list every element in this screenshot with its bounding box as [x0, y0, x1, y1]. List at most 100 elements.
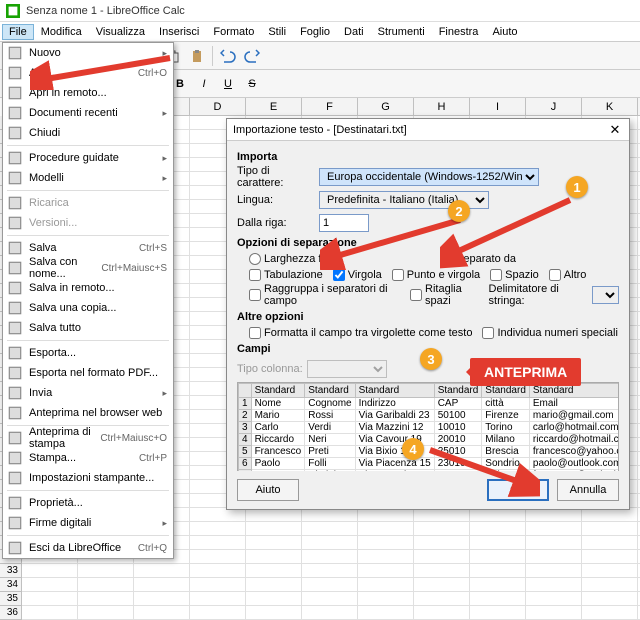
fromrow-input[interactable] — [319, 214, 369, 232]
file-menu-item[interactable]: Documenti recenti▸ — [3, 103, 173, 123]
file-menu-item[interactable]: SalvaCtrl+S — [3, 238, 173, 258]
menu-file[interactable]: File — [2, 24, 34, 40]
column-header[interactable]: I — [470, 98, 526, 115]
row-header[interactable]: 33 — [0, 564, 21, 578]
label-charset: Tipo di carattere: — [237, 165, 319, 189]
file-menu-item[interactable]: Firme digitali▸ — [3, 513, 173, 533]
file-menu-item[interactable]: Modelli▸ — [3, 168, 173, 188]
group-import: Importa — [237, 151, 619, 163]
menu-foglio[interactable]: Foglio — [293, 24, 337, 40]
underline-icon[interactable]: U — [217, 73, 239, 95]
recent-icon — [7, 105, 23, 121]
label-column-type: Tipo colonna: — [237, 363, 307, 375]
template-icon — [7, 170, 23, 186]
file-menu-item[interactable]: Salva con nome...Ctrl+Maiusc+S — [3, 258, 173, 278]
menu-aiuto[interactable]: Aiuto — [485, 24, 524, 40]
row-header[interactable]: 34 — [0, 578, 21, 592]
file-menu-item[interactable]: Nuovo▸ — [3, 43, 173, 63]
text-import-dialog: Importazione testo - [Destinatari.txt] ✕… — [226, 118, 630, 510]
open-icon — [7, 65, 23, 81]
radio-separated-by[interactable]: Separato da — [441, 253, 516, 265]
language-select[interactable]: Predefinita - Italiano (Italia) — [319, 191, 489, 209]
file-menu-item[interactable]: Esci da LibreOfficeCtrl+Q — [3, 538, 173, 558]
window-titlebar: Senza nome 1 - LibreOffice Calc — [0, 0, 640, 22]
file-menu-item[interactable]: Salva in remoto... — [3, 278, 173, 298]
printprev-icon — [7, 430, 23, 446]
label-language: Lingua: — [237, 194, 319, 206]
row-header[interactable]: 35 — [0, 592, 21, 606]
charset-select[interactable]: Europa occidentale (Windows-1252/WinLati… — [319, 168, 539, 186]
column-header[interactable]: K — [582, 98, 638, 115]
file-menu-item[interactable]: Esporta nel formato PDF... — [3, 363, 173, 383]
menu-visualizza[interactable]: Visualizza — [89, 24, 152, 40]
redo-icon[interactable] — [241, 45, 263, 67]
paste-icon[interactable] — [186, 45, 208, 67]
file-menu-item[interactable]: Apri...Ctrl+O — [3, 63, 173, 83]
radio-fixed-width[interactable]: Larghezza fissa — [249, 253, 341, 265]
file-menu-item[interactable]: Chiudi — [3, 123, 173, 143]
checkbox-quoted-as-text[interactable]: Formatta il campo tra virgolette come te… — [249, 327, 472, 339]
checkbox-tab[interactable]: Tabulazione — [249, 269, 323, 281]
close-icon[interactable]: ✕ — [607, 122, 623, 138]
doc-new-icon — [7, 45, 23, 61]
checkbox-merge-delim[interactable]: Raggruppa i separatori di campo — [249, 283, 402, 307]
menu-finestra[interactable]: Finestra — [432, 24, 486, 40]
file-menu-item[interactable]: Apri in remoto... — [3, 83, 173, 103]
group-separator: Opzioni di separazione — [237, 237, 619, 249]
checkbox-semicolon[interactable]: Punto e virgola — [392, 269, 480, 281]
strike-icon[interactable]: S — [241, 73, 263, 95]
menu-stili[interactable]: Stili — [261, 24, 293, 40]
column-header[interactable]: D — [190, 98, 246, 115]
column-header[interactable]: H — [414, 98, 470, 115]
window-title: Senza nome 1 - LibreOffice Calc — [26, 5, 185, 17]
checkbox-trim-spaces[interactable]: Ritaglia spazi — [410, 283, 481, 307]
dialog-title: Importazione testo - [Destinatari.txt] — [233, 124, 607, 136]
column-header[interactable]: G — [358, 98, 414, 115]
help-button[interactable]: Aiuto — [237, 479, 299, 501]
pdf-icon — [7, 365, 23, 381]
menubar: FileModificaVisualizzaInserisciFormatoSt… — [0, 22, 640, 42]
checkbox-space[interactable]: Spazio — [490, 269, 539, 281]
close-icon — [7, 125, 23, 141]
checkbox-detect-special[interactable]: Individua numeri speciali — [482, 327, 617, 339]
sign-icon — [7, 515, 23, 531]
preview-table[interactable]: StandardStandardStandardStandardStandard… — [237, 382, 619, 471]
text-delim-select[interactable] — [592, 286, 619, 304]
file-menu-item[interactable]: Stampa...Ctrl+P — [3, 448, 173, 468]
save-icon — [7, 240, 23, 256]
checkbox-comma[interactable]: Virgola — [333, 269, 382, 281]
menu-dati[interactable]: Dati — [337, 24, 371, 40]
file-menu-item[interactable]: Procedure guidate▸ — [3, 148, 173, 168]
label-fromrow: Dalla riga: — [237, 217, 319, 229]
exit-icon — [7, 540, 23, 556]
column-header[interactable]: E — [246, 98, 302, 115]
file-menu-item[interactable]: Invia▸ — [3, 383, 173, 403]
file-menu-item[interactable]: Impostazioni stampante... — [3, 468, 173, 488]
italic-icon[interactable]: I — [193, 73, 215, 95]
ok-button[interactable]: OK — [487, 479, 549, 501]
send-icon — [7, 385, 23, 401]
row-header[interactable]: 36 — [0, 606, 21, 620]
checkbox-other[interactable]: Altro — [549, 269, 587, 281]
reload-icon — [7, 195, 23, 211]
menu-inserisci[interactable]: Inserisci — [152, 24, 206, 40]
file-menu-item[interactable]: Salva tutto — [3, 318, 173, 338]
menu-formato[interactable]: Formato — [206, 24, 261, 40]
column-header[interactable]: J — [526, 98, 582, 115]
file-menu-item[interactable]: Proprietà... — [3, 493, 173, 513]
file-menu-item[interactable]: Salva una copia... — [3, 298, 173, 318]
column-header[interactable]: F — [302, 98, 358, 115]
undo-icon[interactable] — [217, 45, 239, 67]
file-menu-item[interactable]: Ricarica — [3, 193, 173, 213]
file-menu-item[interactable]: Anteprima di stampaCtrl+Maiusc+O — [3, 428, 173, 448]
menu-modifica[interactable]: Modifica — [34, 24, 89, 40]
column-type-select[interactable] — [307, 360, 387, 378]
app-icon — [6, 4, 20, 18]
file-menu-item[interactable]: Esporta... — [3, 343, 173, 363]
menu-strumenti[interactable]: Strumenti — [371, 24, 432, 40]
saveall-icon — [7, 320, 23, 336]
file-menu-item[interactable]: Anteprima nel browser web — [3, 403, 173, 423]
wizard-icon — [7, 150, 23, 166]
cancel-button[interactable]: Annulla — [557, 479, 619, 501]
file-menu-item[interactable]: Versioni... — [3, 213, 173, 233]
